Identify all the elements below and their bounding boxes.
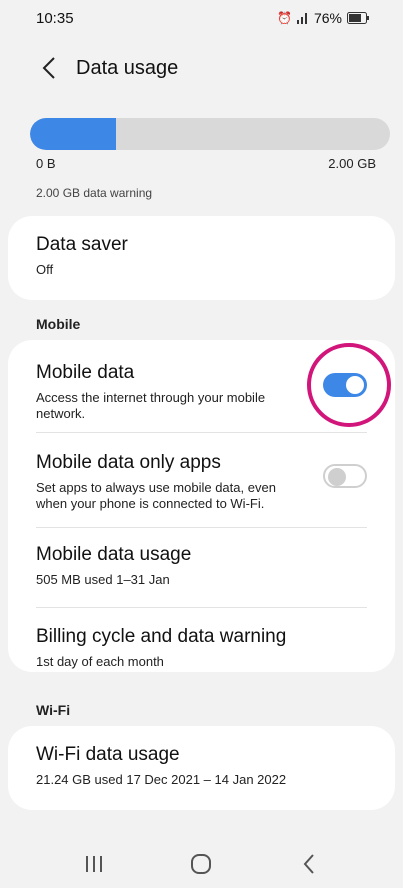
recent-apps-icon <box>85 856 102 872</box>
toggle-knob <box>328 468 346 486</box>
back-button[interactable] <box>34 53 64 83</box>
divider <box>36 527 367 528</box>
home-button[interactable] <box>181 849 221 879</box>
data-only-apps-description: Set apps to always use mobile data, even… <box>36 480 276 511</box>
signal-icon <box>296 13 307 24</box>
battery-percent: 76% <box>313 10 342 26</box>
home-icon <box>191 854 212 874</box>
data-usage-fill <box>30 118 117 150</box>
wifi-data-usage-title: Wi-Fi data usage <box>36 744 180 765</box>
recent-apps-button[interactable] <box>74 849 114 879</box>
data-only-apps-toggle[interactable] <box>323 464 367 488</box>
status-bar: 10:35 ⏰ 76% <box>0 0 403 36</box>
mobile-data-title: Mobile data <box>36 362 135 383</box>
billing-cycle-title: Billing cycle and data warning <box>36 626 287 647</box>
data-only-apps-title: Mobile data only apps <box>36 452 221 473</box>
mobile-data-usage-title: Mobile data usage <box>36 544 192 565</box>
divider <box>36 432 367 433</box>
wifi-data-usage-amount: 21.24 GB used 17 Dec 2021 – 14 Jan 2022 <box>36 772 287 787</box>
data-usage-bar <box>30 118 390 150</box>
wifi-section-label: Wi-Fi <box>36 702 71 718</box>
wifi-data-usage-item[interactable]: Wi-Fi data usage 21.24 GB used 17 Dec 20… <box>36 744 367 788</box>
status-time: 10:35 <box>36 9 74 27</box>
system-nav-bar <box>0 840 403 888</box>
page-title: Data usage <box>76 56 179 79</box>
usage-scale: 0 B 2.00 GB <box>36 156 376 171</box>
back-icon <box>303 854 314 874</box>
data-saver-item[interactable]: Data saver Off <box>36 234 367 278</box>
alarm-icon: ⏰ <box>277 11 292 25</box>
highlight-circle <box>307 343 391 427</box>
billing-cycle-item[interactable]: Billing cycle and data warning 1st day o… <box>36 626 367 670</box>
data-saver-status: Off <box>36 262 54 277</box>
app-header: Data usage <box>0 48 403 88</box>
data-warning-label: 2.00 GB data warning <box>36 186 153 200</box>
battery-icon <box>347 12 369 24</box>
mobile-section-label: Mobile <box>36 316 81 332</box>
back-nav-button[interactable] <box>289 849 329 879</box>
wifi-card: Wi-Fi data usage 21.24 GB used 17 Dec 20… <box>8 726 395 810</box>
mobile-data-usage-item[interactable]: Mobile data usage 505 MB used 1–31 Jan <box>36 544 367 588</box>
divider <box>36 607 367 608</box>
mobile-data-usage-amount: 505 MB used 1–31 Jan <box>36 572 170 587</box>
billing-cycle-description: 1st day of each month <box>36 654 164 669</box>
status-icons: ⏰ 76% <box>277 10 369 26</box>
mobile-data-description: Access the internet through your mobile … <box>36 390 266 421</box>
chevron-left-icon <box>42 57 55 79</box>
data-saver-card[interactable]: Data saver Off <box>8 216 395 300</box>
usage-min-label: 0 B <box>36 156 56 171</box>
mobile-data-item[interactable]: Mobile data Access the internet through … <box>36 362 305 422</box>
data-only-apps-item[interactable]: Mobile data only apps Set apps to always… <box>36 452 305 512</box>
data-saver-title: Data saver <box>36 234 128 255</box>
usage-max-label: 2.00 GB <box>328 156 376 171</box>
